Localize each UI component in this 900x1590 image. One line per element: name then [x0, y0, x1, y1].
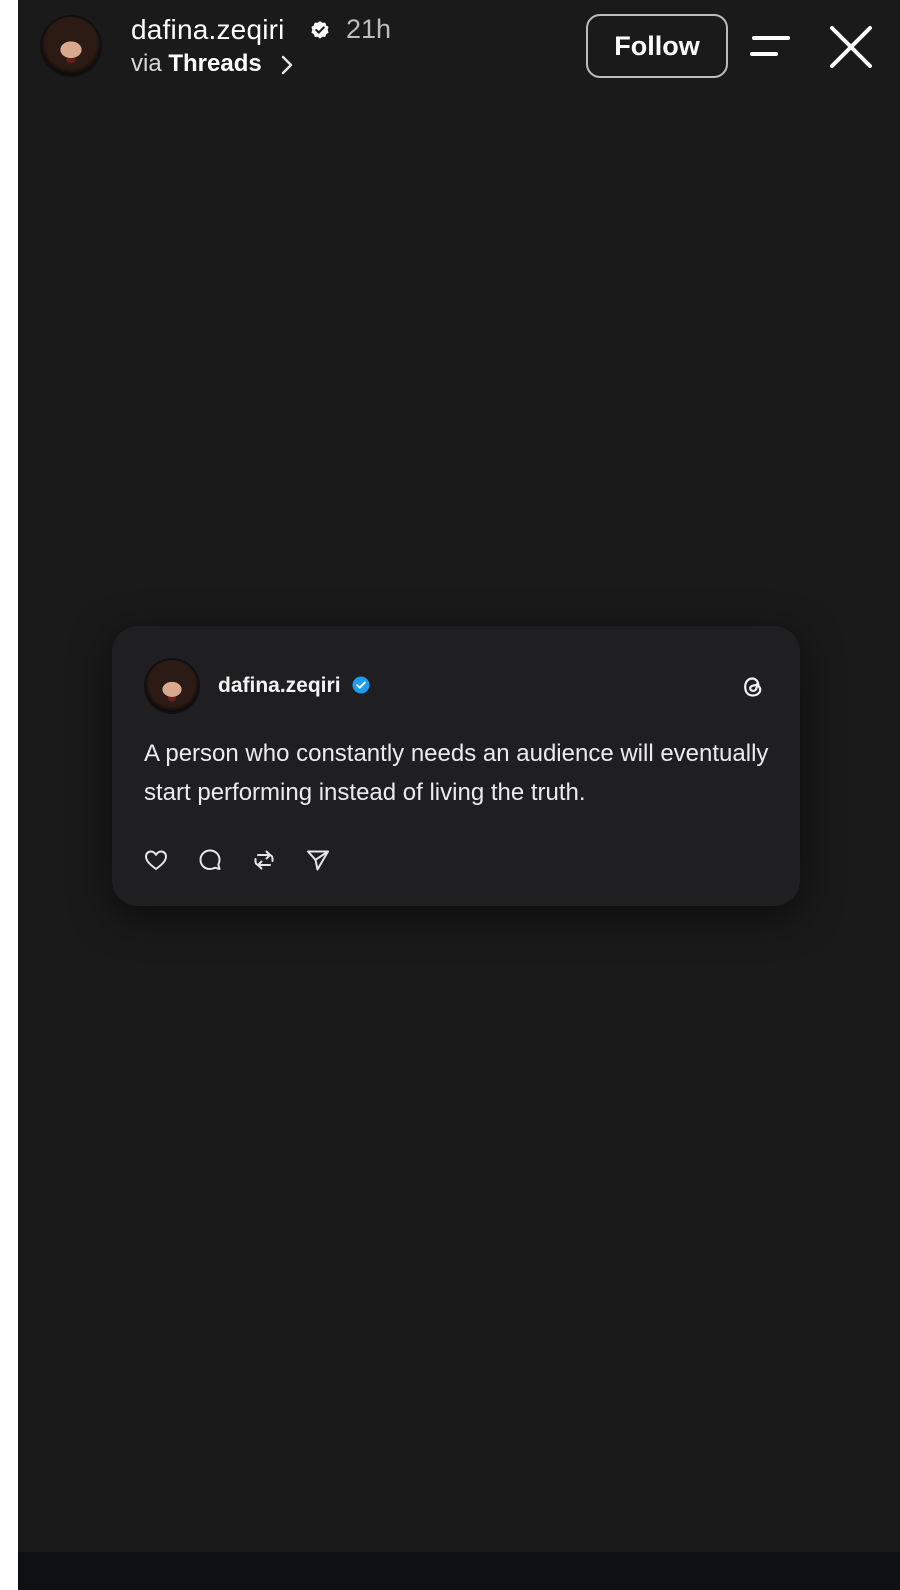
post-actions [142, 846, 332, 876]
share-icon[interactable] [304, 846, 332, 874]
threads-logo-icon [744, 677, 762, 697]
threads-post-card[interactable]: dafina.zeqiri A person who constantly ne… [112, 626, 800, 906]
repost-icon[interactable] [250, 846, 278, 874]
verified-badge-icon [311, 21, 329, 39]
post-avatar [144, 658, 200, 714]
post-username: dafina.zeqiri [218, 674, 341, 697]
post-text: A person who constantly needs an audienc… [144, 740, 769, 806]
verified-badge-icon [352, 676, 370, 694]
chevron-right-icon[interactable] [279, 54, 295, 76]
heart-icon[interactable] [142, 846, 170, 874]
username[interactable]: dafina.zeqiri [131, 14, 285, 46]
via-threads-link[interactable]: via Threads [131, 50, 262, 78]
story-header: dafina.zeqiri 21h via Threads Follow [18, 0, 900, 100]
close-icon[interactable] [828, 24, 874, 70]
post-time: 21h [346, 14, 392, 44]
follow-button[interactable]: Follow [586, 14, 728, 78]
bottom-bar [18, 1552, 900, 1590]
via-prefix: via [131, 50, 162, 77]
via-source[interactable]: Threads [168, 50, 261, 77]
story-viewer: dafina.zeqiri 21h via Threads Follow daf… [18, 0, 900, 1590]
avatar[interactable] [40, 15, 102, 77]
comment-icon[interactable] [196, 846, 224, 874]
menu-icon[interactable] [748, 30, 792, 64]
